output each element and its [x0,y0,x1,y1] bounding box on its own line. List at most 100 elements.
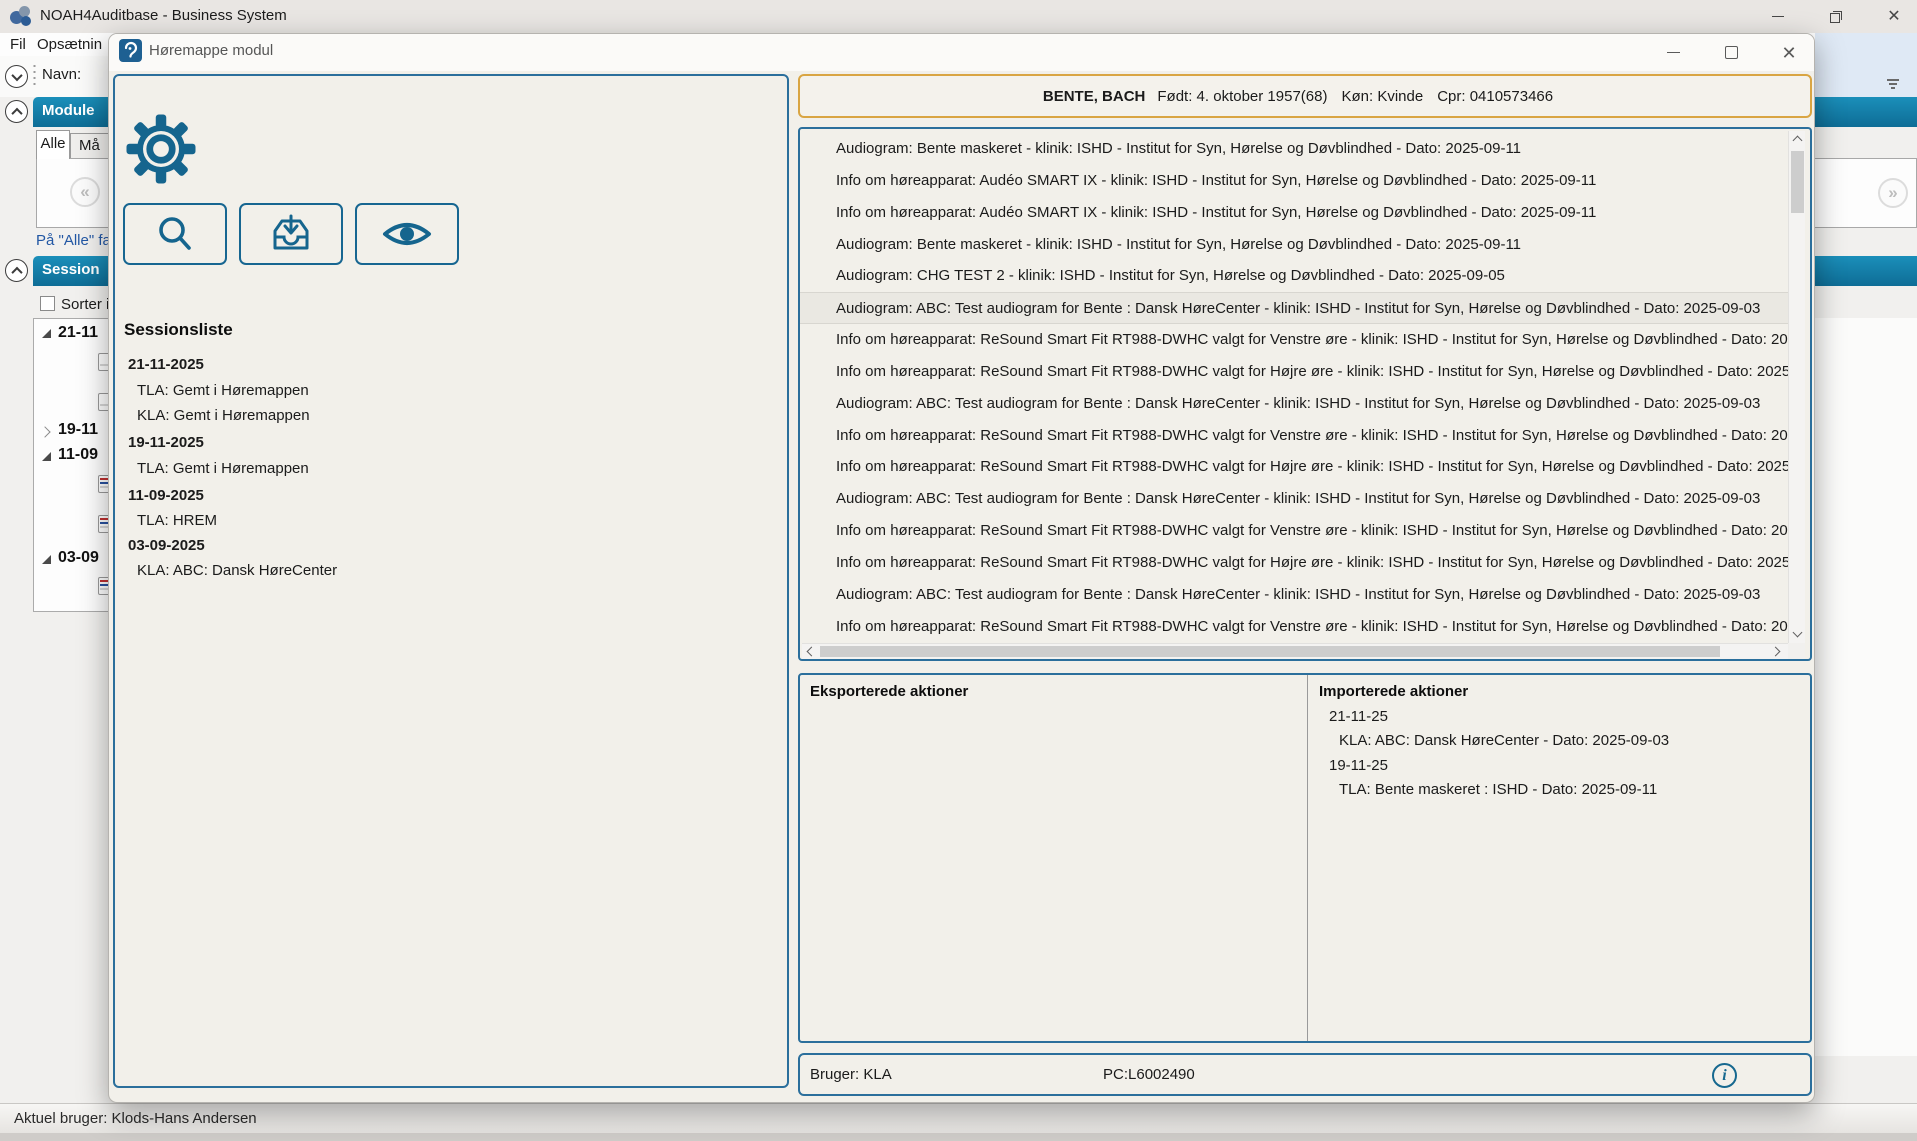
dialog-titlebar: Høremappe modul ✕ [109,34,1814,71]
import-date: 19-11-25 [1319,757,1800,774]
hoeremappe-dialog: Høremappe modul ✕ [108,33,1815,1103]
session-entry[interactable]: TLA: Gemt i Høremappen [115,382,775,399]
session-date[interactable]: 19-11-2025 [115,434,775,451]
list-item[interactable]: Audiogram: Bente maskeret - klinik: ISHD… [800,229,1788,261]
sorter-checkbox[interactable] [40,296,55,311]
vertical-scroll-thumb[interactable] [1791,151,1804,213]
list-item[interactable]: Audiogram: CHG TEST 2 - klinik: ISHD - I… [800,260,1788,292]
import-entry: TLA: Bente maskeret : ISHD - Dato: 2025-… [1319,781,1800,798]
collapse-session-button[interactable] [5,259,28,282]
session-entry[interactable]: TLA: HREM [115,512,775,529]
main-restore-button[interactable] [1813,0,1859,33]
vertical-scrollbar[interactable] [1788,131,1805,643]
list-item[interactable]: Info om høreapparat: ReSound Smart Fit R… [800,324,1788,356]
double-chevron-left-icon: « [80,182,89,202]
scroll-right-arrow-icon[interactable] [1768,644,1782,659]
ear-icon [119,39,142,62]
filter-icon[interactable] [1887,79,1899,89]
footer-bruger: Bruger: KLA [810,1066,892,1083]
app-logo-icon [10,5,33,28]
tree-collapsed-icon[interactable] [42,427,52,437]
status-text: Aktuel bruger: Klods-Hans Andersen [14,1110,257,1127]
list-item[interactable]: Info om høreapparat: Audéo SMART IX - kl… [800,165,1788,197]
dialog-maximize-button[interactable] [1706,34,1756,71]
list-item-selected[interactable]: Audiogram: ABC: Test audiogram for Bente… [800,292,1788,324]
scrollbar-corner [1788,643,1805,659]
list-item[interactable]: Info om høreapparat: ReSound Smart Fit R… [800,420,1788,452]
toolbar-right-sliver [1815,33,1917,97]
list-item[interactable]: Audiogram: ABC: Test audiogram for Bente… [800,579,1788,611]
patient-gender: Køn: Kvinde [1341,88,1423,105]
aktioner-panel: Eksporterede aktioner Importerede aktion… [798,673,1812,1043]
footer-pc: PC:L6002490 [1103,1066,1195,1083]
main-minimize-button[interactable] [1755,0,1801,33]
importerede-panel: Importerede aktioner 21-11-25 KLA: ABC: … [1309,675,1810,1041]
preview-button[interactable] [355,203,459,265]
session-entry[interactable]: KLA: ABC: Dansk HøreCenter [115,562,775,579]
list-item[interactable]: Audiogram: ABC: Test audiogram for Bente… [800,388,1788,420]
session-entry[interactable]: KLA: Gemt i Høremappen [115,407,775,424]
patient-cpr: Cpr: 0410573466 [1437,88,1553,105]
patient-born: Født: 4. oktober 1957(68) [1157,88,1327,105]
scroll-left-arrow-icon[interactable] [804,644,818,659]
search-button[interactable] [123,203,227,265]
chevron-up-icon [11,266,22,277]
menu-fil[interactable]: Fil [10,36,26,53]
chevron-up-icon [11,107,22,118]
tree-node-date[interactable]: 03-09 [58,549,99,567]
toolbar-grip[interactable] [33,63,36,89]
main-close-button[interactable]: ✕ [1871,0,1917,33]
list-item[interactable]: Audiogram: ABC: Test audiogram for Bente… [800,483,1788,515]
dialog-footer: Bruger: KLA PC:L6002490 i [798,1053,1812,1096]
scroll-up-arrow-icon[interactable] [1789,133,1806,147]
dialog-minimize-button[interactable] [1648,34,1698,71]
status-bar: Aktuel bruger: Klods-Hans Andersen [0,1103,1917,1133]
actions-list: Audiogram: Bente maskeret - klinik: ISHD… [798,127,1812,661]
patient-name: BENTE, BACH [1043,88,1146,105]
session-date[interactable]: 11-09-2025 [115,487,775,504]
list-item[interactable]: Info om høreapparat: ReSound Smart Fit R… [800,515,1788,547]
import-date: 21-11-25 [1319,708,1800,725]
scroll-right-button[interactable]: » [1878,178,1908,208]
scroll-down-arrow-icon[interactable] [1789,625,1806,639]
tree-expanded-icon[interactable] [42,555,51,564]
tree-expanded-icon[interactable] [42,452,51,461]
tree-node-date[interactable]: 21-11 [58,324,98,342]
eksporterede-heading: Eksporterede aktioner [810,683,1297,700]
scroll-left-button[interactable]: « [70,177,100,207]
horizontal-scrollbar[interactable] [802,643,1788,659]
alle-faner-link[interactable]: På "Alle" fa [36,232,111,249]
main-titlebar: NOAH4Auditbase - Business System ✕ [0,0,1917,33]
list-item[interactable]: Info om høreapparat: ReSound Smart Fit R… [800,611,1788,643]
list-item[interactable]: Info om høreapparat: Audéo SMART IX - kl… [800,197,1788,229]
chevron-down-icon [11,69,22,80]
tab-alle[interactable]: Alle [36,130,70,159]
sessionsliste-heading: Sessionsliste [124,320,233,340]
tree-node-date[interactable]: 11-09 [58,446,98,464]
tree-node-date[interactable]: 19-11 [58,421,98,439]
import-button[interactable] [239,203,343,265]
double-chevron-right-icon: » [1888,183,1897,203]
navn-label: Navn: [42,66,81,83]
status-bar-strip [0,1133,1917,1141]
list-item[interactable]: Info om høreapparat: ReSound Smart Fit R… [800,451,1788,483]
screen: NOAH4Auditbase - Business System ✕ Fil O… [0,0,1917,1141]
content-right-sliver [1815,318,1917,1056]
session-date[interactable]: 03-09-2025 [115,537,775,554]
collapse-navn-button[interactable] [5,65,28,88]
menu-opsaetning[interactable]: Opsætnin [37,36,102,53]
list-item[interactable]: Audiogram: Bente maskeret - klinik: ISHD… [800,133,1788,165]
list-item[interactable]: Info om høreapparat: ReSound Smart Fit R… [800,547,1788,579]
session-date[interactable]: 21-11-2025 [115,356,775,373]
tree-expanded-icon[interactable] [42,329,51,338]
list-item[interactable]: Info om høreapparat: ReSound Smart Fit R… [800,356,1788,388]
search-icon [152,211,198,257]
session-entry[interactable]: TLA: Gemt i Høremappen [115,460,775,477]
collapse-module-button[interactable] [5,100,28,123]
info-icon[interactable]: i [1712,1063,1737,1088]
horizontal-scroll-thumb[interactable] [820,646,1720,657]
gear-icon[interactable] [125,113,197,190]
dialog-close-button[interactable]: ✕ [1764,34,1814,71]
eye-icon [381,214,433,254]
import-tray-icon [267,210,315,258]
